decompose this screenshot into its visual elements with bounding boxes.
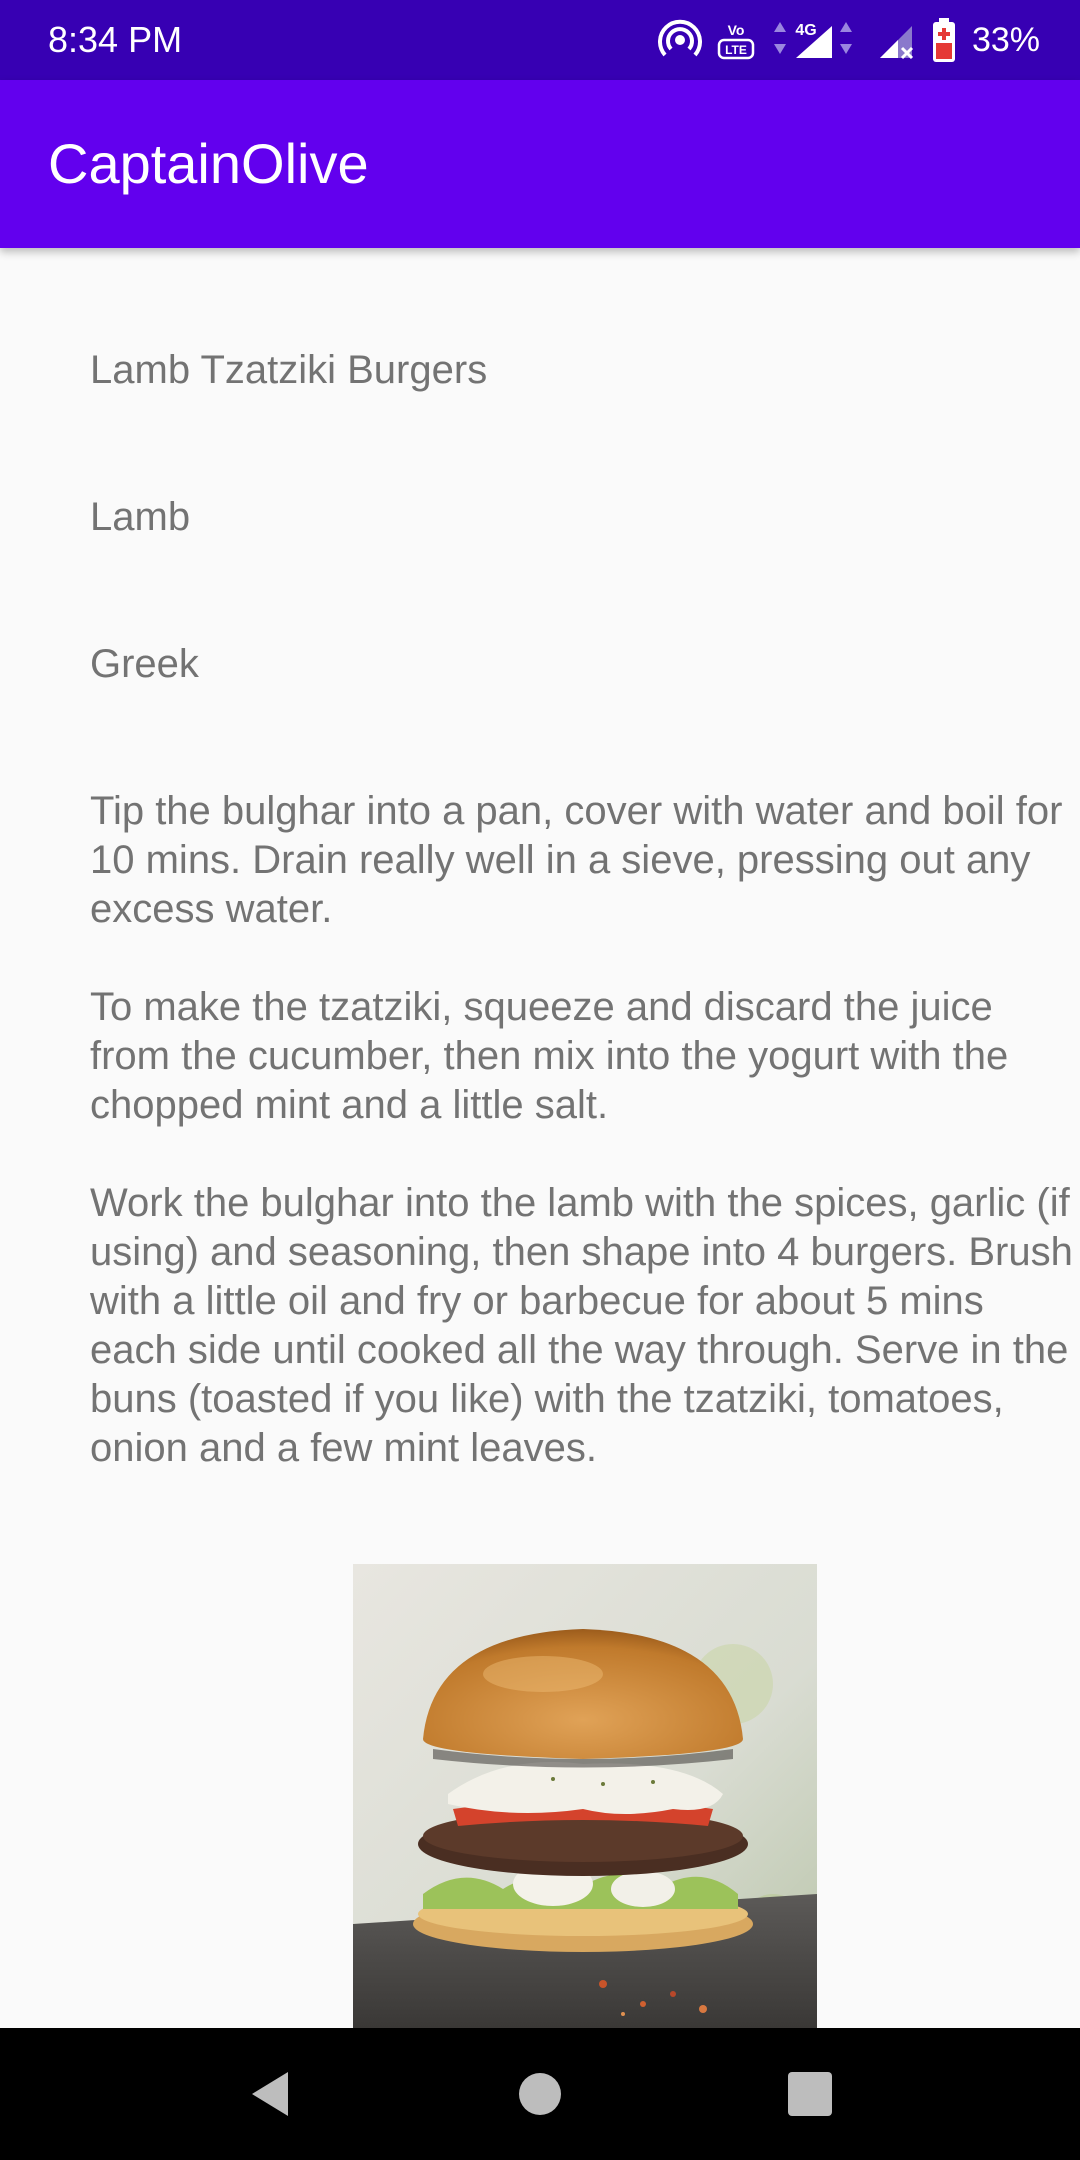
recipe-instructions: Tip the bulghar into a pan, cover with w… <box>90 789 1073 1470</box>
home-icon <box>516 2070 564 2123</box>
svg-text:Vo: Vo <box>728 22 745 38</box>
status-icons: Vo LTE 4G 33% <box>657 16 1040 64</box>
recipe-name: Lamb Tzatziki Burgers <box>90 348 488 392</box>
signal-icon <box>876 18 916 62</box>
recipe-image <box>353 1564 817 2028</box>
battery-percent: 33% <box>971 21 1040 59</box>
recipe-category: Lamb <box>90 495 191 539</box>
app-title: CaptainOlive <box>48 132 369 195</box>
status-bar: 8:34 PM Vo LTE 4G 33% <box>0 0 1080 80</box>
navigation-bar <box>0 2028 1080 2160</box>
4g-signal-icon: 4G <box>770 18 862 62</box>
recents-icon <box>786 2070 834 2123</box>
recents-button[interactable] <box>770 2056 850 2136</box>
battery-icon <box>930 16 958 64</box>
back-button[interactable] <box>230 2056 310 2136</box>
svg-text:4G: 4G <box>795 22 816 39</box>
status-time: 8:34 PM <box>48 19 183 60</box>
back-icon <box>246 2068 294 2125</box>
hotspot-icon <box>657 18 702 62</box>
home-button[interactable] <box>500 2056 580 2136</box>
svg-text:LTE: LTE <box>725 43 747 57</box>
recipe-area: Greek <box>90 642 199 686</box>
recipe-detail[interactable]: Lamb Tzatziki Burgers Lamb Greek Tip the… <box>0 248 1080 2028</box>
screen: 8:34 PM Vo LTE 4G 33% CaptainOlive Lamb … <box>0 0 1080 2160</box>
app-bar: CaptainOlive <box>0 80 1080 248</box>
volte-icon: Vo LTE <box>716 18 756 62</box>
